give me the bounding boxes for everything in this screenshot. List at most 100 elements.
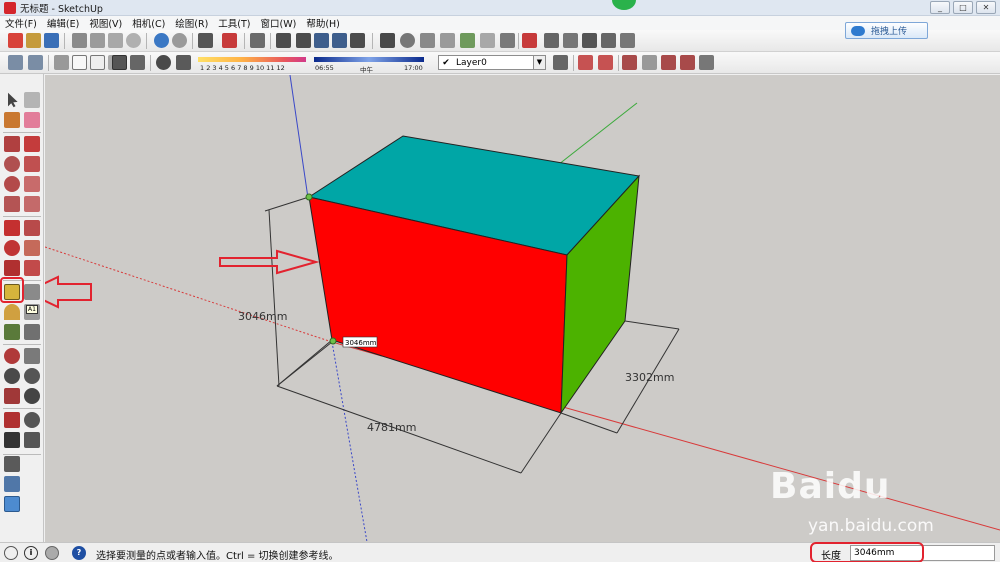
previous-view-icon[interactable] (24, 388, 40, 404)
rectangle-icon[interactable] (4, 136, 20, 152)
3d-text-icon[interactable] (24, 324, 40, 340)
move-icon[interactable] (4, 220, 20, 236)
print-icon[interactable] (198, 33, 213, 48)
cut-icon[interactable] (72, 33, 87, 48)
layer-dropdown[interactable]: ✔ Layer0 ▼ (438, 55, 546, 70)
xray-style-icon[interactable] (54, 55, 69, 70)
wireframe-style-icon[interactable] (72, 55, 87, 70)
select-arrow-icon[interactable] (8, 92, 18, 108)
walk-footprints-icon[interactable] (4, 432, 20, 448)
text-tool-icon[interactable] (24, 284, 40, 300)
extension-icon[interactable] (522, 33, 537, 48)
solid-split-icon[interactable] (680, 55, 695, 70)
menu-window[interactable]: 窗口(W) (256, 16, 302, 30)
house-icon[interactable] (601, 33, 616, 48)
offset-icon[interactable] (24, 260, 40, 276)
house-icon[interactable] (582, 33, 597, 48)
two-point-arc-icon[interactable] (24, 196, 40, 212)
undo-icon[interactable] (154, 33, 169, 48)
geo-location-icon[interactable] (4, 546, 18, 560)
component-icon[interactable] (314, 33, 329, 48)
maximize-button[interactable]: □ (953, 1, 973, 14)
component-icon[interactable] (350, 33, 365, 48)
make-component-icon[interactable] (24, 92, 40, 108)
follow-me-icon[interactable] (578, 55, 593, 70)
look-around-eye-icon[interactable] (24, 412, 40, 428)
solid-union-icon[interactable] (622, 55, 637, 70)
component-icon[interactable] (332, 33, 347, 48)
box-icon[interactable] (544, 33, 559, 48)
drag-upload-button[interactable]: 拖拽上传 (845, 22, 928, 39)
extension-warehouse-icon[interactable] (4, 496, 20, 512)
monochrome-style-icon[interactable] (130, 55, 145, 70)
box-icon[interactable] (563, 33, 578, 48)
3d-warehouse-tool-icon[interactable] (4, 476, 20, 492)
shadow-settings-icon[interactable] (156, 55, 171, 70)
section-plane-icon[interactable] (250, 33, 265, 48)
zoom-icon[interactable] (4, 368, 20, 384)
solid-outer-shell-icon[interactable] (699, 55, 714, 70)
sandbox-icon[interactable] (460, 33, 475, 48)
top-view-icon[interactable] (28, 55, 43, 70)
flag-icon[interactable] (480, 33, 495, 48)
polygon-icon[interactable] (4, 176, 20, 192)
pan-hand-icon[interactable] (24, 348, 40, 364)
time-slider[interactable]: 06:55 中午 17:00 (314, 55, 424, 74)
rotate-icon[interactable] (4, 240, 20, 256)
hidden-line-style-icon[interactable] (90, 55, 105, 70)
menu-view[interactable]: 视图(V) (84, 16, 127, 30)
section-tool-icon[interactable] (24, 432, 40, 448)
zoom-extents-icon[interactable] (4, 388, 20, 404)
warehouse-icon[interactable] (500, 33, 515, 48)
paint-bucket-icon[interactable] (4, 112, 20, 128)
close-button[interactable]: ✕ (976, 1, 996, 14)
eraser-icon[interactable] (24, 112, 40, 128)
new-file-icon[interactable] (8, 33, 23, 48)
paint-icon[interactable] (440, 33, 455, 48)
open-folder-icon[interactable] (26, 33, 41, 48)
arc-icon[interactable] (24, 176, 40, 192)
iso-view-icon[interactable] (8, 55, 23, 70)
redo-icon[interactable] (172, 33, 187, 48)
texture-icon[interactable] (420, 33, 435, 48)
solid-trim-icon[interactable] (661, 55, 676, 70)
help-icon[interactable]: ? (72, 546, 86, 560)
menu-tools[interactable]: 工具(T) (213, 16, 255, 30)
scale-icon[interactable] (4, 260, 20, 276)
month-slider[interactable]: 1 2 3 4 5 6 7 8 9 10 11 12 (198, 55, 306, 72)
solid-subtract-icon[interactable] (642, 55, 657, 70)
orbit-icon[interactable] (4, 348, 20, 364)
save-icon[interactable] (44, 33, 59, 48)
layer-manager-icon[interactable] (553, 55, 568, 70)
freehand-icon[interactable] (24, 156, 40, 172)
credits-info-icon[interactable]: i (24, 546, 38, 560)
axes-icon[interactable] (4, 324, 20, 340)
component-icon[interactable] (296, 33, 311, 48)
model-info-icon[interactable] (222, 33, 237, 48)
paste-icon[interactable] (108, 33, 123, 48)
pie-icon[interactable] (4, 196, 20, 212)
sandbox-tool-icon[interactable] (4, 456, 20, 472)
component-icon[interactable] (276, 33, 291, 48)
menu-file[interactable]: 文件(F) (0, 16, 42, 30)
display-shadows-icon[interactable] (176, 55, 191, 70)
camera-icon[interactable] (380, 33, 395, 48)
position-camera-icon[interactable] (4, 412, 20, 428)
menu-edit[interactable]: 编辑(E) (42, 16, 84, 30)
zoom-window-icon[interactable] (24, 368, 40, 384)
copy-icon[interactable] (90, 33, 105, 48)
sphere-icon[interactable] (400, 33, 415, 48)
menu-help[interactable]: 帮助(H) (301, 16, 345, 30)
protractor-icon[interactable] (4, 304, 20, 320)
user-account-icon[interactable] (45, 546, 59, 560)
circle-icon[interactable] (4, 156, 20, 172)
chevron-down-icon[interactable]: ▼ (533, 56, 545, 69)
minimize-button[interactable]: _ (930, 1, 950, 14)
shaded-texture-style-icon[interactable] (112, 55, 127, 70)
house-icon[interactable] (620, 33, 635, 48)
menu-camera[interactable]: 相机(C) (127, 16, 170, 30)
erase-selection-icon[interactable] (126, 33, 141, 48)
line-pencil-icon[interactable] (24, 136, 40, 152)
menu-draw[interactable]: 绘图(R) (170, 16, 213, 30)
intersect-icon[interactable] (598, 55, 613, 70)
